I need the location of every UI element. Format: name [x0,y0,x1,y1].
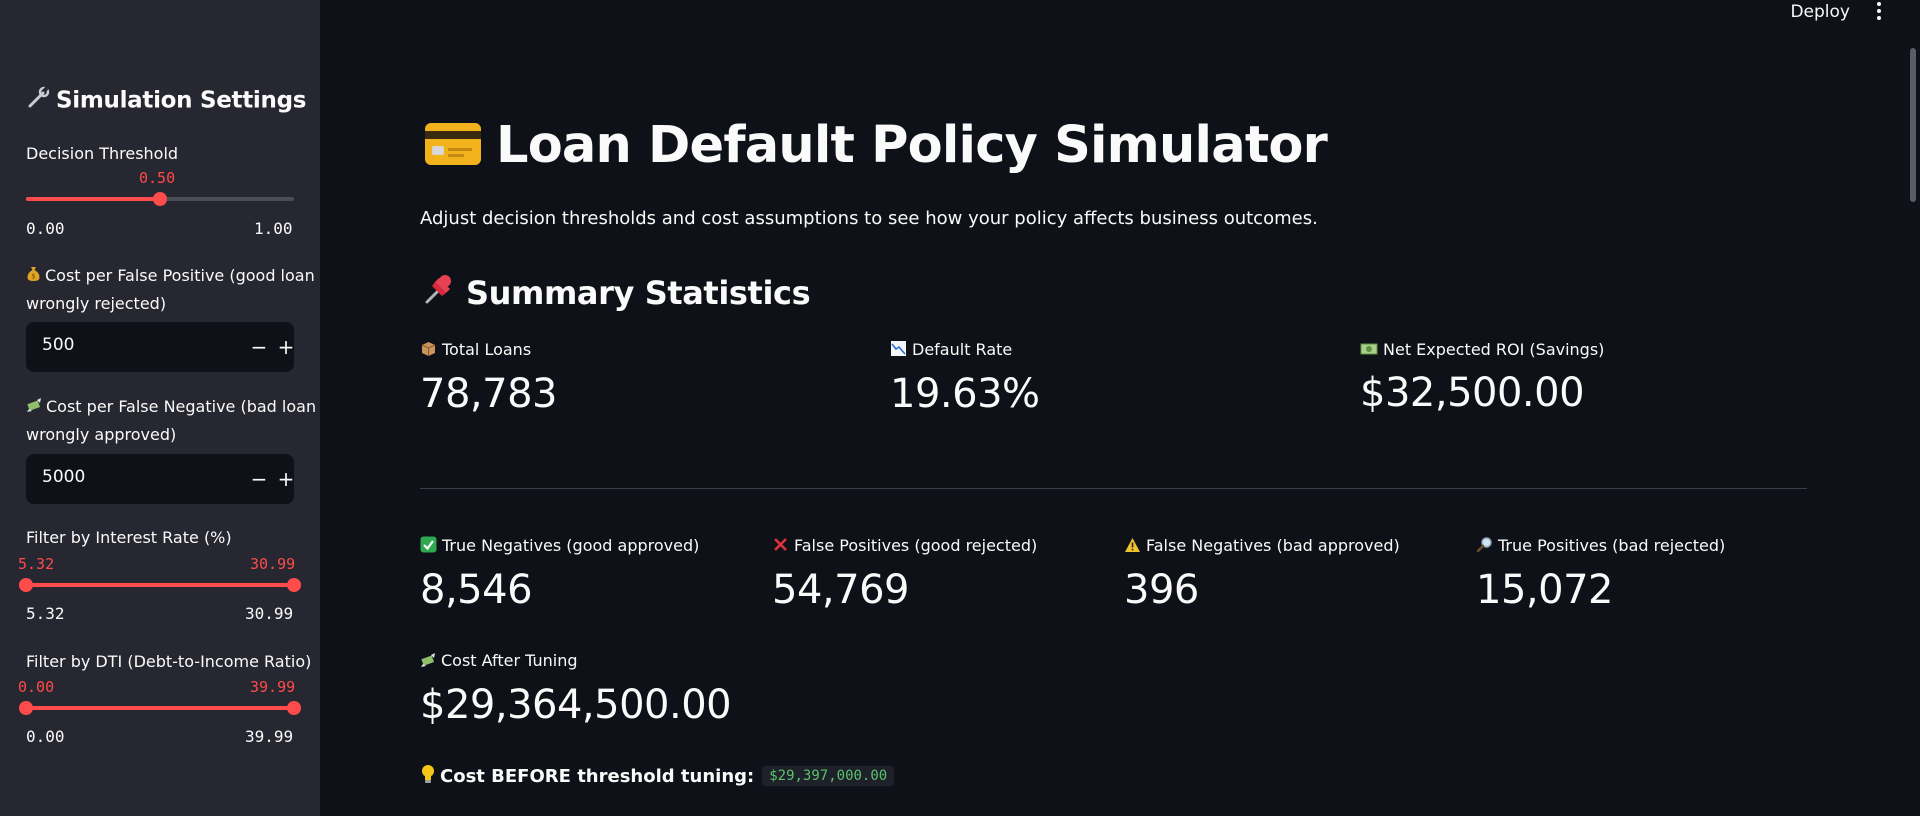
fp-cost-input[interactable]: 500 − + [26,322,294,372]
more-options-icon[interactable] [1876,2,1882,22]
metric-label: Default Rate [890,340,1040,361]
fn-cost-increment-button[interactable]: + [273,466,299,492]
money-wings-icon [26,394,42,421]
dti-filter-max: 39.99 [245,727,294,746]
main-content: Deploy Loan Default Policy Simulator Adj… [320,0,1920,816]
fp-cost-increment-button[interactable]: + [273,334,299,360]
summary-heading-text: Summary Statistics [466,274,811,312]
dti-filter-min: 0.00 [26,727,65,746]
metric-net-roi: Net Expected ROI (Savings) $32,500.00 [1360,340,1604,416]
magnifier-icon [1476,536,1493,557]
metric-true-negatives: True Negatives (good approved) 8,546 [420,536,699,613]
interest-high-thumb[interactable] [287,578,301,592]
interest-filter-max: 30.99 [245,604,294,623]
scrollbar[interactable] [1910,48,1916,202]
sidebar-title: Simulation Settings [26,86,306,116]
metric-value: 15,072 [1476,567,1613,613]
metric-label: Net Expected ROI (Savings) [1360,340,1604,360]
metric-false-positives: False Positives (good rejected) 54,769 [772,536,1037,613]
dti-low-thumb[interactable] [19,701,33,715]
metric-value: 78,783 [420,371,557,417]
fp-cost-label-line1: Cost per False Positive (good loan [45,266,315,285]
threshold-label: Decision Threshold [26,144,179,163]
fp-cost-decrement-button[interactable]: − [246,334,272,360]
app-root: Simulation Settings Decision Threshold 0… [0,0,1920,816]
metric-true-positives: True Positives (bad rejected) 15,072 [1476,536,1725,613]
cost-before-value: $29,397,000.00 [762,766,895,786]
dti-filter-high: 39.99 [250,678,296,696]
metric-value: 54,769 [772,567,909,613]
interest-filter-min: 5.32 [26,604,65,623]
metric-total-loans: Total Loans 78,783 [420,340,557,417]
chart-decreasing-icon [890,340,907,361]
package-icon [420,340,437,361]
metric-label: True Negatives (good approved) [420,536,699,557]
threshold-min: 0.00 [26,219,65,238]
sidebar: Simulation Settings Decision Threshold 0… [0,0,320,816]
check-mark-icon [420,536,437,557]
divider [420,488,1807,489]
page-title-text: Loan Default Policy Simulator [496,116,1328,175]
metric-false-negatives: False Negatives (bad approved) 396 [1124,536,1400,613]
summary-heading: Summary Statistics [422,272,811,314]
fn-cost-input[interactable]: 5000 − + [26,454,294,504]
money-wings-icon [420,652,436,672]
interest-filter-label: Filter by Interest Rate (%) [26,528,232,547]
threshold-fill [26,197,160,201]
threshold-max: 1.00 [254,219,293,238]
metric-label: True Positives (bad rejected) [1476,536,1725,557]
threshold-value: 0.50 [139,169,176,187]
pushpin-icon [422,272,456,314]
metric-label: False Negatives (bad approved) [1124,536,1400,557]
light-bulb-icon [420,764,436,789]
cross-mark-icon [772,536,789,557]
fn-cost-label: Cost per False Negative (bad loan wrongl… [26,393,316,448]
metric-label: Cost After Tuning [420,651,731,672]
threshold-thumb[interactable] [153,192,167,206]
dti-high-thumb[interactable] [287,701,301,715]
metric-cost-after-tuning: Cost After Tuning $29,364,500.00 [420,651,732,728]
metric-default-rate: Default Rate 19.63% [890,340,1040,417]
metric-label: Total Loans [420,340,557,361]
deploy-button[interactable]: Deploy [1790,2,1850,22]
metric-label: False Positives (good rejected) [772,536,1037,557]
interest-fill [26,583,294,587]
fn-cost-label-line1: Cost per False Negative (bad loan [46,397,317,416]
dti-fill [26,706,294,710]
fn-cost-value[interactable]: 5000 [42,467,85,487]
svg-text:$: $ [31,273,35,281]
cost-before-label: Cost BEFORE threshold tuning: [440,766,755,787]
wrench-icon [26,86,50,116]
fp-cost-value[interactable]: 500 [42,335,74,355]
credit-card-icon [424,120,482,179]
metric-value: 8,546 [420,567,533,613]
dti-filter-low: 0.00 [18,678,55,696]
cost-before-line: Cost BEFORE threshold tuning: $29,397,000… [420,764,895,789]
sidebar-title-text: Simulation Settings [56,87,307,114]
dollar-bill-icon [1360,341,1378,360]
warning-icon [1124,537,1141,557]
money-bag-icon: $ [26,263,41,290]
metric-value: $32,500.00 [1360,370,1585,416]
metric-value: 396 [1124,566,1199,613]
fn-cost-decrement-button[interactable]: − [246,466,272,492]
interest-low-thumb[interactable] [19,578,33,592]
fp-cost-label-line2: wrongly rejected) [26,294,167,313]
metric-value: 19.63% [890,371,1040,417]
dti-filter-label: Filter by DTI (Debt-to-Income Ratio) [26,652,312,671]
fp-cost-label: $ Cost per False Positive (good loan wro… [26,262,315,317]
interest-filter-low: 5.32 [18,555,55,573]
page-subtitle: Adjust decision thresholds and cost assu… [420,208,1318,229]
page-title: Loan Default Policy Simulator [424,116,1328,179]
fn-cost-label-line2: wrongly approved) [26,425,177,444]
interest-filter-high: 30.99 [250,555,296,573]
metric-value: $29,364,500.00 [420,681,732,728]
